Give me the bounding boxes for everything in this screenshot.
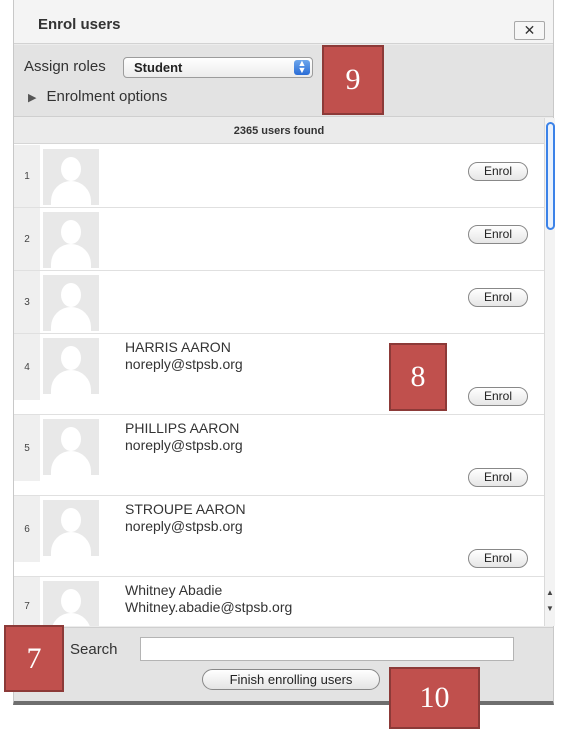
list-item: 4 HARRIS AARON noreply@stpsb.org Enrol	[14, 334, 544, 415]
enrol-button[interactable]: Enrol	[468, 288, 528, 307]
role-select[interactable]: Student ▲ ▼	[123, 57, 313, 78]
avatar	[43, 500, 99, 556]
user-list-scrollbar[interactable]: ▲ ▼	[544, 118, 555, 626]
role-options-bar: Assign roles Student ▲ ▼ ▶ Enrolment optio…	[14, 45, 553, 117]
assign-roles-label: Assign roles	[24, 58, 106, 75]
enrol-button[interactable]: Enrol	[468, 225, 528, 244]
avatar	[43, 275, 99, 331]
avatar	[43, 581, 99, 626]
user-name: PHILLIPS AARON	[125, 420, 240, 436]
list-item: 3 Enrol	[14, 271, 544, 334]
list-item: 6 STROUPE AARON noreply@stpsb.org Enrol	[14, 496, 544, 577]
row-index: 4	[14, 334, 40, 400]
scrollbar-thumb[interactable]	[546, 122, 555, 230]
list-item: 1 Enrol	[14, 145, 544, 208]
enrol-users-dialog: Enrol users ✕ Assign roles Student ▲ ▼ ▶ E…	[13, 0, 555, 705]
dialog-titlebar: Enrol users ✕	[14, 0, 553, 44]
dialog-title: Enrol users	[38, 16, 121, 33]
expand-triangle-icon: ▶	[28, 92, 37, 104]
finish-enrolling-button[interactable]: Finish enrolling users	[202, 669, 380, 690]
search-input[interactable]	[140, 637, 514, 661]
scroll-up-icon[interactable]: ▲	[546, 588, 554, 597]
callout-label: 9	[322, 45, 384, 115]
row-index: 1	[14, 145, 40, 207]
avatar	[43, 419, 99, 475]
row-index: 6	[14, 496, 40, 562]
avatar	[43, 338, 99, 394]
enrol-button[interactable]: Enrol	[468, 387, 528, 406]
user-email: noreply@stpsb.org	[125, 518, 243, 534]
user-email: noreply@stpsb.org	[125, 437, 243, 453]
callout-label: 7	[4, 625, 64, 692]
avatar	[43, 149, 99, 205]
row-index: 5	[14, 415, 40, 481]
user-name: HARRIS AARON	[125, 339, 231, 355]
select-arrows-icon: ▲ ▼	[294, 59, 310, 75]
role-select-value: Student	[134, 60, 183, 75]
user-list[interactable]: 2365 users found 1 Enrol 2 Enrol 3 Enrol…	[14, 118, 544, 626]
search-label: Search	[70, 641, 118, 658]
list-item: 7 Whitney Abadie Whitney.abadie@stpsb.or…	[14, 577, 544, 626]
user-name: Whitney Abadie	[125, 582, 223, 598]
close-button[interactable]: ✕	[514, 21, 545, 40]
users-found-count: 2365 users found	[14, 118, 544, 144]
callout-label: 10	[389, 667, 480, 729]
enrol-button[interactable]: Enrol	[468, 468, 528, 487]
row-index: 7	[14, 577, 40, 626]
scroll-down-icon[interactable]: ▼	[546, 604, 554, 613]
row-index: 3	[14, 271, 40, 333]
callout-label: 8	[389, 343, 447, 411]
user-name: STROUPE AARON	[125, 501, 246, 517]
enrolment-options-label: Enrolment options	[46, 88, 168, 105]
list-item: 5 PHILLIPS AARON noreply@stpsb.org Enrol	[14, 415, 544, 496]
user-email: Whitney.abadie@stpsb.org	[125, 599, 293, 615]
list-item: 2 Enrol	[14, 208, 544, 271]
enrolment-options-toggle[interactable]: ▶ Enrolment options	[28, 88, 167, 105]
row-index: 2	[14, 208, 40, 270]
enrol-button[interactable]: Enrol	[468, 162, 528, 181]
enrol-button[interactable]: Enrol	[468, 549, 528, 568]
avatar	[43, 212, 99, 268]
user-email: noreply@stpsb.org	[125, 356, 243, 372]
